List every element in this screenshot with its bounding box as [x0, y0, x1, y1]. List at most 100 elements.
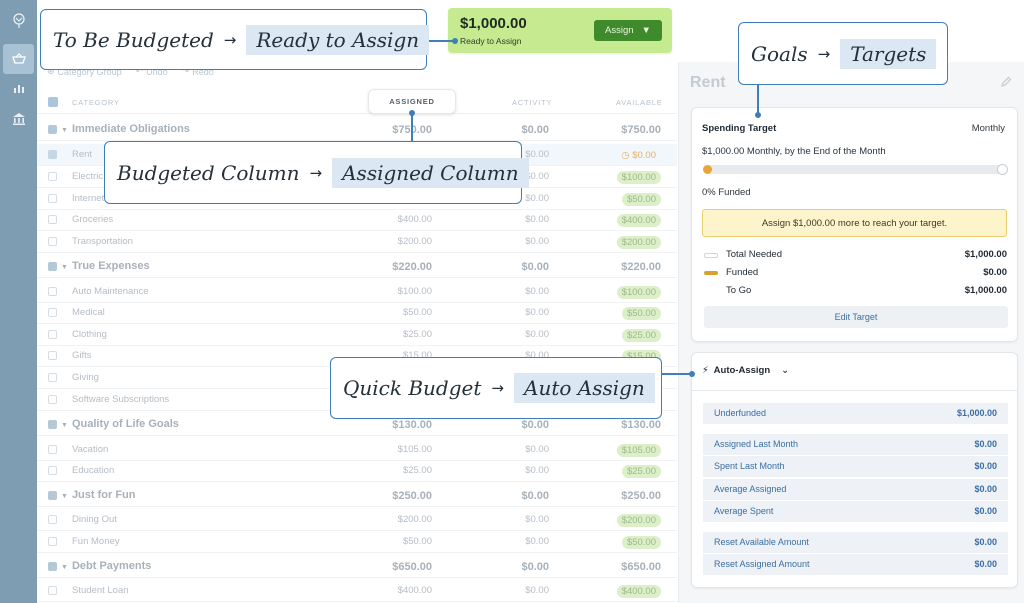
available-pill[interactable]: $200.00: [616, 236, 661, 249]
auto-assign-option[interactable]: Assigned Last Month $0.00: [703, 434, 1008, 455]
row-checkbox[interactable]: [48, 262, 57, 271]
edit-target-button[interactable]: Edit Target: [704, 306, 1008, 328]
activity-amount[interactable]: $0.00: [477, 214, 549, 225]
activity-amount[interactable]: $0.00: [477, 329, 549, 340]
assign-button[interactable]: Assign ▼: [594, 20, 662, 41]
auto-assign-option[interactable]: Average Spent $0.00: [703, 501, 1008, 522]
available-pill[interactable]: $50.00: [621, 536, 661, 549]
row-checkbox[interactable]: [48, 237, 57, 246]
collapse-caret-icon[interactable]: ▼: [61, 564, 68, 571]
category-row[interactable]: Vacation $105.00 $0.00 $105.00: [37, 439, 677, 461]
available-amount[interactable]: $400.00: [585, 214, 661, 227]
activity-amount[interactable]: $0.00: [477, 585, 549, 596]
row-checkbox[interactable]: [48, 125, 57, 134]
collapse-caret-icon[interactable]: ▼: [61, 264, 68, 271]
assigned-amount[interactable]: $100.00: [362, 286, 432, 297]
available-column-header[interactable]: AVAILABLE: [616, 98, 663, 107]
activity-amount[interactable]: $0.00: [477, 307, 549, 318]
row-checkbox[interactable]: [48, 395, 57, 404]
category-row[interactable]: Clothing $25.00 $0.00 $25.00: [37, 324, 677, 346]
assigned-amount[interactable]: $750.00: [362, 124, 432, 136]
activity-amount[interactable]: $0.00: [477, 261, 549, 273]
available-amount[interactable]: $100.00: [585, 171, 661, 184]
row-checkbox[interactable]: [48, 586, 57, 595]
collapse-caret-icon[interactable]: ▼: [61, 493, 68, 500]
assigned-amount[interactable]: $50.00: [362, 307, 432, 318]
row-checkbox[interactable]: [48, 466, 57, 475]
row-checkbox[interactable]: [48, 515, 57, 524]
assigned-amount[interactable]: $650.00: [362, 561, 432, 573]
category-column-header[interactable]: CATEGORY: [72, 98, 120, 107]
available-amount[interactable]: $25.00: [585, 329, 661, 342]
category-row[interactable]: Auto Maintenance $100.00 $0.00 $100.00: [37, 281, 677, 303]
auto-assign-option[interactable]: Reset Available Amount $0.00: [703, 532, 1008, 553]
collapse-caret-icon[interactable]: ▼: [61, 422, 68, 429]
assigned-amount[interactable]: $130.00: [362, 419, 432, 431]
row-checkbox[interactable]: [48, 351, 57, 360]
available-amount[interactable]: $100.00: [585, 286, 661, 299]
row-checkbox[interactable]: [48, 194, 57, 203]
available-amount[interactable]: $400.00: [585, 585, 661, 598]
assigned-amount[interactable]: $25.00: [362, 465, 432, 476]
row-checkbox[interactable]: [48, 373, 57, 382]
auto-assign-option[interactable]: Average Assigned $0.00: [703, 479, 1008, 500]
category-row[interactable]: Dining Out $200.00 $0.00 $200.00: [37, 509, 677, 531]
assigned-amount[interactable]: $105.00: [362, 444, 432, 455]
assigned-amount[interactable]: $220.00: [362, 261, 432, 273]
activity-amount[interactable]: $0.00: [477, 536, 549, 547]
reports-icon[interactable]: [3, 73, 34, 103]
row-checkbox[interactable]: [48, 330, 57, 339]
row-checkbox[interactable]: [48, 420, 57, 429]
activity-column-header[interactable]: ACTIVITY: [512, 98, 552, 107]
available-pill[interactable]: $400.00: [616, 214, 661, 227]
row-checkbox[interactable]: [48, 537, 57, 546]
assigned-amount[interactable]: $200.00: [362, 236, 432, 247]
category-row[interactable]: Education $25.00 $0.00 $25.00: [37, 460, 677, 482]
activity-amount[interactable]: $0.00: [477, 465, 549, 476]
auto-assign-toggle[interactable]: ⚡ Auto-Assign ⌄: [702, 365, 789, 376]
available-amount[interactable]: $130.00: [585, 419, 661, 431]
category-row[interactable]: Fun Money $50.00 $0.00 $50.00: [37, 531, 677, 553]
row-checkbox[interactable]: [48, 562, 57, 571]
assigned-amount[interactable]: $250.00: [362, 490, 432, 502]
category-group-row[interactable]: ▼ Just for Fun $250.00 $0.00 $250.00: [37, 485, 677, 507]
category-row[interactable]: Groceries $400.00 $0.00 $400.00: [37, 209, 677, 231]
auto-assign-option[interactable]: Spent Last Month $0.00: [703, 456, 1008, 477]
auto-assign-option[interactable]: Reset Assigned Amount $0.00: [703, 554, 1008, 575]
budget-icon[interactable]: [3, 44, 34, 74]
available-pill[interactable]: $25.00: [621, 329, 661, 342]
activity-amount[interactable]: $0.00: [477, 236, 549, 247]
available-amount[interactable]: $250.00: [585, 490, 661, 502]
available-pill[interactable]: $200.00: [616, 514, 661, 527]
row-checkbox[interactable]: [48, 287, 57, 296]
available-pill[interactable]: $50.00: [621, 307, 661, 320]
available-pill[interactable]: $400.00: [616, 585, 661, 598]
available-amount[interactable]: ◷ $0.00: [585, 149, 661, 162]
category-group-row[interactable]: ▼ True Expenses $220.00 $0.00 $220.00: [37, 256, 677, 278]
select-all-checkbox[interactable]: [48, 97, 58, 107]
row-checkbox[interactable]: [48, 150, 57, 159]
available-pill[interactable]: $25.00: [621, 465, 661, 478]
available-amount[interactable]: $25.00: [585, 465, 661, 478]
category-group-row[interactable]: ▼ Debt Payments $650.00 $0.00 $650.00: [37, 556, 677, 578]
assigned-amount[interactable]: $50.00: [362, 536, 432, 547]
category-row[interactable]: Transportation $200.00 $0.00 $200.00: [37, 231, 677, 253]
pencil-icon[interactable]: [1000, 76, 1012, 88]
activity-amount[interactable]: $0.00: [477, 419, 549, 431]
row-checkbox[interactable]: [48, 491, 57, 500]
available-pill[interactable]: $100.00: [616, 171, 661, 184]
tree-logo-icon[interactable]: [3, 6, 34, 36]
accounts-icon[interactable]: [3, 104, 34, 134]
row-checkbox[interactable]: [48, 445, 57, 454]
activity-amount[interactable]: $0.00: [477, 124, 549, 136]
assigned-amount[interactable]: $25.00: [362, 329, 432, 340]
collapse-caret-icon[interactable]: ▼: [61, 127, 68, 134]
available-amount[interactable]: $50.00: [585, 307, 661, 320]
available-amount[interactable]: $750.00: [585, 124, 661, 136]
available-amount[interactable]: $50.00: [585, 193, 661, 206]
available-amount[interactable]: $200.00: [585, 236, 661, 249]
activity-amount[interactable]: $0.00: [477, 561, 549, 573]
category-group-row[interactable]: ▼Immediate Obligations $750.00 $0.00 $750.0…: [37, 119, 677, 141]
available-pill[interactable]: $105.00: [616, 444, 661, 457]
available-amount[interactable]: $200.00: [585, 514, 661, 527]
